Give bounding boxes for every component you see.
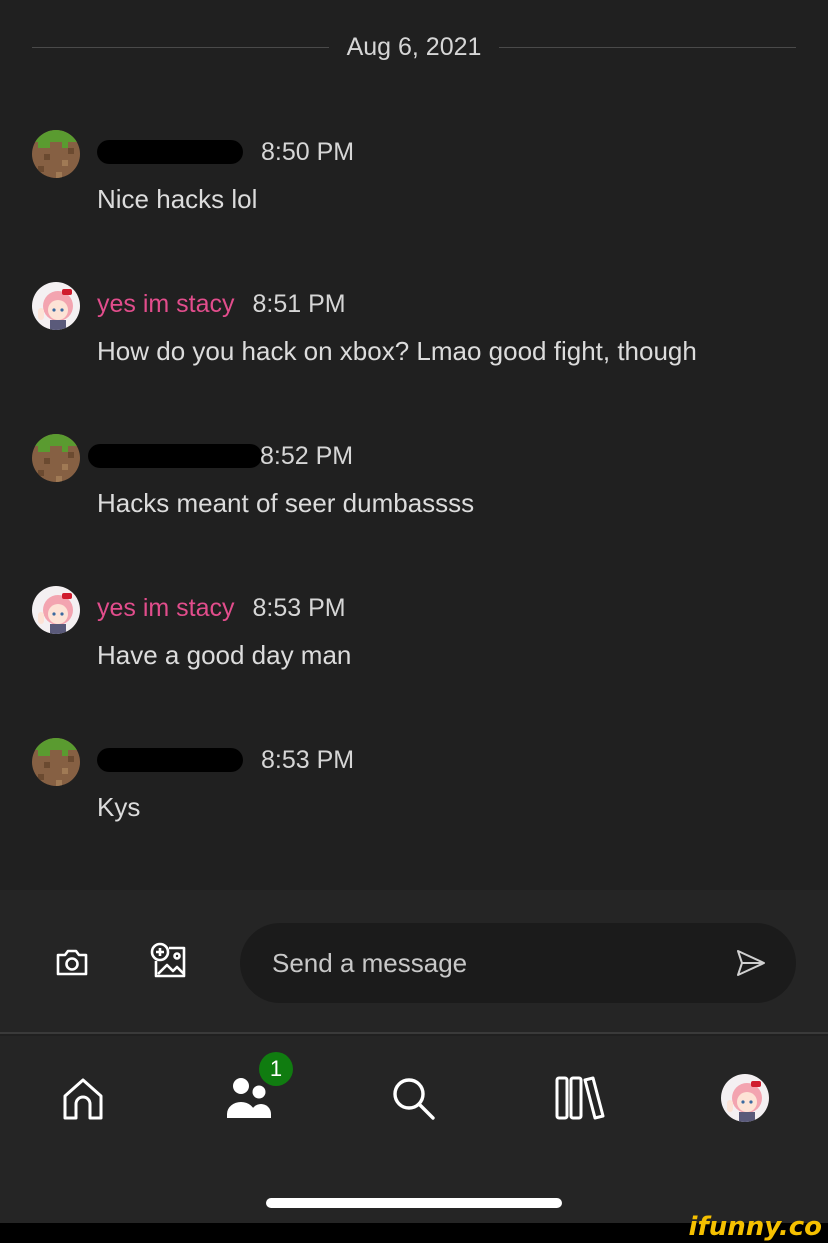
message-text: How do you hack on xbox? Lmao good fight… [97,336,697,366]
message-time: 8:52 PM [260,441,354,470]
add-image-icon[interactable] [150,942,188,980]
message-time: 8:50 PM [261,137,355,166]
date-label: Aug 6, 2021 [346,32,482,61]
redacted-username [88,444,262,468]
message-text: Nice hacks lol [97,184,258,214]
friends-badge: 1 [259,1052,293,1086]
date-separator: Aug 6, 2021 [32,30,796,64]
redacted-username [97,748,243,772]
search-icon[interactable] [385,1070,441,1126]
message-time: 8:53 PM [261,745,355,774]
message-composer: Send a message [0,890,828,1034]
message-text: Have a good day man [97,640,352,670]
message-input-placeholder: Send a message [272,947,468,978]
avatar-minecraft-dirt[interactable] [32,434,80,482]
ifunny-watermark: ifunny.co [688,1212,822,1242]
message-text: Hacks meant of seer dumbassss [97,488,475,518]
message-input[interactable]: Send a message [240,923,796,1003]
bottom-navigation: 1 [0,1036,828,1223]
home-indicator[interactable] [266,1198,562,1208]
message-time: 8:51 PM [252,289,346,318]
message-time: 8:53 PM [252,593,346,622]
camera-icon[interactable] [54,944,90,980]
avatar-anime[interactable] [32,282,80,330]
message-item: 8:52 PM Hacks meant of seer dumbassss [32,434,812,534]
divider-left [32,46,329,48]
message-item: 8:53 PM Kys [32,738,812,838]
avatar-minecraft-dirt[interactable] [32,738,80,786]
message-text: Kys [97,792,141,822]
message-author[interactable]: yes im stacy [97,290,235,319]
divider-right [499,46,796,48]
library-icon[interactable] [551,1070,607,1126]
avatar-anime [721,1074,769,1122]
message-item: yes im stacy 8:51 PM How do you hack on … [32,282,812,382]
avatar-anime[interactable] [32,586,80,634]
message-item: 8:50 PM Nice hacks lol [32,130,812,230]
send-icon[interactable] [736,949,766,977]
message-item: yes im stacy 8:53 PM Have a good day man [32,586,812,686]
redacted-username [97,140,243,164]
home-icon[interactable] [55,1070,111,1126]
profile-avatar[interactable] [717,1070,773,1126]
avatar-minecraft-dirt[interactable] [32,130,80,178]
message-author[interactable]: yes im stacy [97,594,235,623]
